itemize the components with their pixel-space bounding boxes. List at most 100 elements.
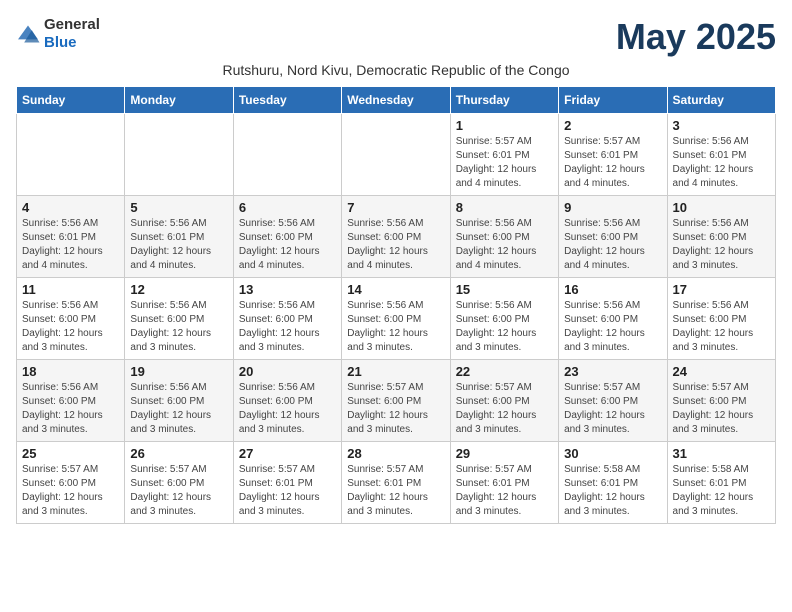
cell-info: Sunrise: 5:57 AMSunset: 6:01 PMDaylight:…	[456, 135, 553, 191]
cell-info: Sunrise: 5:56 AMSunset: 6:00 PMDaylight:…	[239, 217, 336, 273]
cell-day-number: 15	[456, 282, 553, 297]
cell-info: Sunrise: 5:57 AMSunset: 6:01 PMDaylight:…	[564, 135, 661, 191]
calendar-cell: 17Sunrise: 5:56 AMSunset: 6:00 PMDayligh…	[667, 278, 775, 360]
cell-info: Sunrise: 5:57 AMSunset: 6:01 PMDaylight:…	[347, 463, 444, 519]
logo-icon	[16, 24, 40, 44]
cell-day-number: 30	[564, 446, 661, 461]
cell-day-number: 27	[239, 446, 336, 461]
cell-day-number: 5	[130, 200, 227, 215]
cell-day-number: 9	[564, 200, 661, 215]
calendar-cell: 9Sunrise: 5:56 AMSunset: 6:00 PMDaylight…	[559, 196, 667, 278]
calendar-cell: 3 Sunrise: 5:56 AMSunset: 6:01 PMDaylight…	[667, 114, 775, 196]
calendar-cell: 18Sunrise: 5:56 AMSunset: 6:00 PMDayligh…	[17, 360, 125, 442]
cell-info: Sunrise: 5:58 AMSunset: 6:01 PMDaylight:…	[564, 463, 661, 519]
calendar-cell: 24 Sunrise: 5:57 AMSunset: 6:00 PMDayligh…	[667, 360, 775, 442]
cell-day-number: 3	[673, 118, 770, 133]
calendar-cell	[17, 114, 125, 196]
cell-info: Sunrise: 5:56 AMSunset: 6:01 PMDaylight:…	[22, 217, 119, 273]
cell-day-number: 24	[673, 364, 770, 379]
cell-info: Sunrise: 5:56 AMSunset: 6:00 PMDaylight:…	[130, 381, 227, 437]
cell-info: Sunrise: 5:56 AMSunset: 6:00 PMDaylight:…	[564, 299, 661, 355]
calendar-cell: 16 Sunrise: 5:56 AMSunset: 6:00 PMDayligh…	[559, 278, 667, 360]
cell-info: Sunrise: 5:58 AMSunset: 6:01 PMDaylight:…	[673, 463, 770, 519]
cell-info: Sunrise: 5:56 AMSunset: 6:00 PMDaylight:…	[239, 299, 336, 355]
calendar-cell	[125, 114, 233, 196]
cell-day-number: 20	[239, 364, 336, 379]
cell-info: Sunrise: 5:56 AMSunset: 6:00 PMDaylight:…	[456, 217, 553, 273]
calendar-cell: 29 Sunrise: 5:57 AMSunset: 6:01 PMDayligh…	[450, 442, 558, 524]
cell-info: Sunrise: 5:56 AMSunset: 6:00 PMDaylight:…	[22, 299, 119, 355]
day-header-tuesday: Tuesday	[233, 87, 341, 114]
calendar-cell: 25 Sunrise: 5:57 AMSunset: 6:00 PMDayligh…	[17, 442, 125, 524]
cell-info: Sunrise: 5:56 AMSunset: 6:00 PMDaylight:…	[347, 299, 444, 355]
calendar-cell: 13 Sunrise: 5:56 AMSunset: 6:00 PMDayligh…	[233, 278, 341, 360]
cell-info: Sunrise: 5:57 AMSunset: 6:00 PMDaylight:…	[130, 463, 227, 519]
calendar-cell: 10 Sunrise: 5:56 AMSunset: 6:00 PMDayligh…	[667, 196, 775, 278]
cell-info: Sunrise: 5:57 AMSunset: 6:01 PMDaylight:…	[239, 463, 336, 519]
calendar-cell	[233, 114, 341, 196]
cell-info: Sunrise: 5:57 AMSunset: 6:00 PMDaylight:…	[564, 381, 661, 437]
cell-info: Sunrise: 5:57 AMSunset: 6:00 PMDaylight:…	[456, 381, 553, 437]
calendar-cell: 5 Sunrise: 5:56 AMSunset: 6:01 PMDaylight…	[125, 196, 233, 278]
day-header-wednesday: Wednesday	[342, 87, 450, 114]
cell-day-number: 28	[347, 446, 444, 461]
calendar-cell: 23 Sunrise: 5:57 AMSunset: 6:00 PMDayligh…	[559, 360, 667, 442]
calendar-cell: 27 Sunrise: 5:57 AMSunset: 6:01 PMDayligh…	[233, 442, 341, 524]
cell-info: Sunrise: 5:56 AMSunset: 6:00 PMDaylight:…	[673, 299, 770, 355]
calendar-subtitle: Rutshuru, Nord Kivu, Democratic Republic…	[16, 62, 776, 78]
calendar-cell: 20 Sunrise: 5:56 AMSunset: 6:00 PMDayligh…	[233, 360, 341, 442]
calendar-week-5: 25 Sunrise: 5:57 AMSunset: 6:00 PMDayligh…	[17, 442, 776, 524]
calendar-cell: 22 Sunrise: 5:57 AMSunset: 6:00 PMDayligh…	[450, 360, 558, 442]
calendar-week-3: 11 Sunrise: 5:56 AMSunset: 6:00 PMDayligh…	[17, 278, 776, 360]
month-year-title: May 2025	[616, 16, 776, 58]
cell-info: Sunrise: 5:56 AMSunset: 6:00 PMDaylight:…	[22, 381, 119, 437]
cell-day-number: 16	[564, 282, 661, 297]
calendar-cell: 1 Sunrise: 5:57 AMSunset: 6:01 PMDaylight…	[450, 114, 558, 196]
cell-day-number: 21	[347, 364, 444, 379]
cell-day-number: 10	[673, 200, 770, 215]
cell-day-number: 11	[22, 282, 119, 297]
cell-info: Sunrise: 5:56 AMSunset: 6:01 PMDaylight:…	[130, 217, 227, 273]
logo: General Blue	[16, 16, 100, 52]
day-header-saturday: Saturday	[667, 87, 775, 114]
calendar-cell: 6Sunrise: 5:56 AMSunset: 6:00 PMDaylight…	[233, 196, 341, 278]
logo-general: General	[44, 16, 100, 33]
logo-blue: Blue	[44, 34, 77, 51]
day-header-thursday: Thursday	[450, 87, 558, 114]
cell-info: Sunrise: 5:56 AMSunset: 6:01 PMDaylight:…	[673, 135, 770, 191]
day-header-sunday: Sunday	[17, 87, 125, 114]
calendar-cell: 19 Sunrise: 5:56 AMSunset: 6:00 PMDayligh…	[125, 360, 233, 442]
cell-day-number: 25	[22, 446, 119, 461]
header-top: General Blue May 2025	[16, 16, 776, 58]
calendar-cell: 26 Sunrise: 5:57 AMSunset: 6:00 PMDayligh…	[125, 442, 233, 524]
calendar-cell: 2 Sunrise: 5:57 AMSunset: 6:01 PMDaylight…	[559, 114, 667, 196]
cell-info: Sunrise: 5:57 AMSunset: 6:00 PMDaylight:…	[22, 463, 119, 519]
cell-info: Sunrise: 5:56 AMSunset: 6:00 PMDaylight:…	[673, 217, 770, 273]
cell-day-number: 31	[673, 446, 770, 461]
cell-day-number: 22	[456, 364, 553, 379]
day-header-friday: Friday	[559, 87, 667, 114]
calendar-cell: 30 Sunrise: 5:58 AMSunset: 6:01 PMDayligh…	[559, 442, 667, 524]
cell-info: Sunrise: 5:56 AMSunset: 6:00 PMDaylight:…	[130, 299, 227, 355]
cell-info: Sunrise: 5:56 AMSunset: 6:00 PMDaylight:…	[456, 299, 553, 355]
cell-day-number: 13	[239, 282, 336, 297]
cell-day-number: 7	[347, 200, 444, 215]
cell-day-number: 8	[456, 200, 553, 215]
cell-info: Sunrise: 5:57 AMSunset: 6:00 PMDaylight:…	[673, 381, 770, 437]
calendar-table: SundayMondayTuesdayWednesdayThursdayFrid…	[16, 86, 776, 524]
calendar-week-2: 4 Sunrise: 5:56 AMSunset: 6:01 PMDaylight…	[17, 196, 776, 278]
calendar-week-1: 1 Sunrise: 5:57 AMSunset: 6:01 PMDaylight…	[17, 114, 776, 196]
calendar-cell: 12Sunrise: 5:56 AMSunset: 6:00 PMDayligh…	[125, 278, 233, 360]
cell-info: Sunrise: 5:56 AMSunset: 6:00 PMDaylight:…	[239, 381, 336, 437]
cell-info: Sunrise: 5:57 AMSunset: 6:01 PMDaylight:…	[456, 463, 553, 519]
calendar-cell: 4 Sunrise: 5:56 AMSunset: 6:01 PMDaylight…	[17, 196, 125, 278]
cell-day-number: 26	[130, 446, 227, 461]
calendar-cell: 21Sunrise: 5:57 AMSunset: 6:00 PMDayligh…	[342, 360, 450, 442]
cell-day-number: 23	[564, 364, 661, 379]
cell-day-number: 2	[564, 118, 661, 133]
calendar-cell: 15 Sunrise: 5:56 AMSunset: 6:00 PMDayligh…	[450, 278, 558, 360]
cell-day-number: 4	[22, 200, 119, 215]
cell-day-number: 1	[456, 118, 553, 133]
cell-day-number: 29	[456, 446, 553, 461]
cell-day-number: 19	[130, 364, 227, 379]
